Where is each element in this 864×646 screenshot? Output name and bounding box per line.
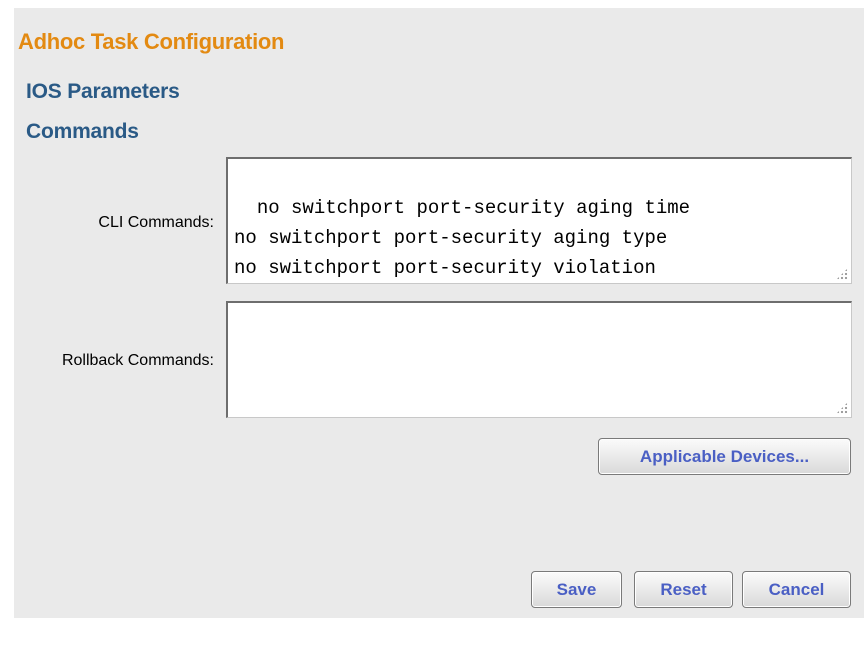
save-button[interactable]: Save bbox=[531, 571, 622, 608]
resize-grip-icon[interactable] bbox=[836, 268, 848, 280]
cli-commands-textarea[interactable]: no switchport port-security aging time n… bbox=[226, 157, 852, 284]
rollback-commands-label: Rollback Commands: bbox=[61, 352, 214, 369]
resize-grip-icon[interactable] bbox=[836, 402, 848, 414]
rollback-commands-textarea[interactable] bbox=[226, 301, 852, 418]
section-ios-parameters: IOS Parameters bbox=[26, 80, 180, 103]
section-commands: Commands bbox=[26, 120, 139, 143]
cancel-button[interactable]: Cancel bbox=[742, 571, 851, 608]
cli-commands-text: no switchport port-security aging time n… bbox=[234, 197, 691, 279]
page-title: Adhoc Task Configuration bbox=[18, 29, 285, 54]
applicable-devices-button[interactable]: Applicable Devices... bbox=[598, 438, 851, 475]
reset-button[interactable]: Reset bbox=[634, 571, 733, 608]
cli-commands-label: CLI Commands: bbox=[98, 214, 214, 231]
